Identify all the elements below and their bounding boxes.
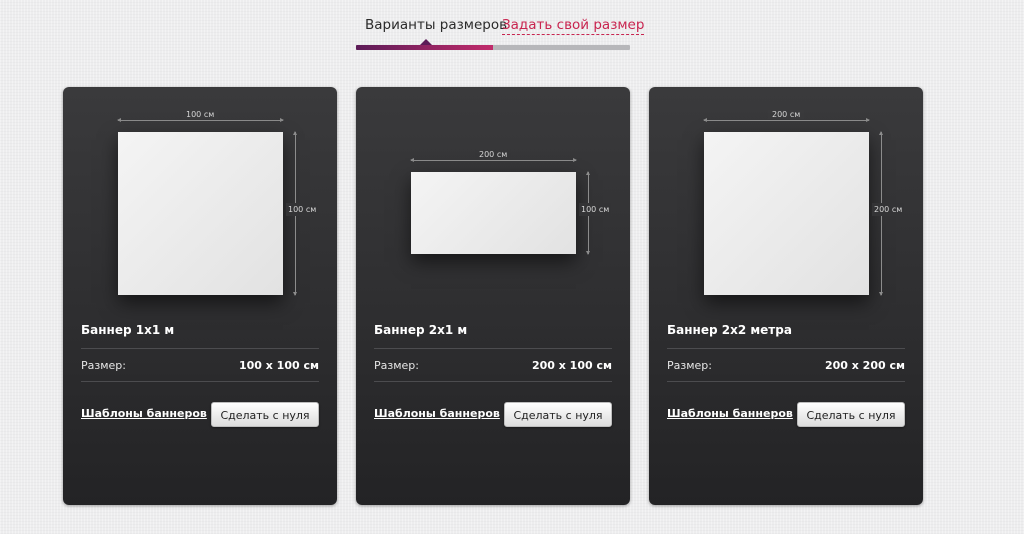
width-label: 200 см bbox=[475, 150, 512, 159]
card-title: Баннер 1х1 м bbox=[81, 323, 175, 337]
arrow-left-icon bbox=[117, 118, 121, 122]
divider bbox=[374, 348, 612, 349]
width-label: 200 см bbox=[768, 110, 805, 119]
tab-active-indicator bbox=[356, 45, 493, 50]
arrow-left-icon bbox=[703, 118, 707, 122]
tab-pointer-icon bbox=[420, 39, 432, 45]
size-label: Размер: bbox=[667, 359, 712, 372]
size-label: Размер: bbox=[374, 359, 419, 372]
width-dimension-line bbox=[118, 120, 283, 121]
banner-preview bbox=[704, 132, 869, 295]
arrow-right-icon bbox=[866, 118, 870, 122]
tab-custom-size[interactable]: Задать свой размер bbox=[502, 17, 645, 35]
arrow-down-icon bbox=[879, 292, 883, 296]
size-value: 200 x 200 см bbox=[824, 359, 905, 372]
make-from-scratch-button[interactable]: Сделать с нуля bbox=[797, 402, 905, 427]
divider bbox=[374, 381, 612, 382]
make-from-scratch-button[interactable]: Сделать с нуля bbox=[504, 402, 612, 427]
arrow-up-icon bbox=[586, 171, 590, 175]
arrow-left-icon bbox=[410, 158, 414, 162]
arrow-down-icon bbox=[293, 292, 297, 296]
size-label: Размер: bbox=[81, 359, 126, 372]
width-dimension-line bbox=[704, 120, 869, 121]
height-label: 100 см bbox=[286, 203, 319, 216]
width-label: 100 см bbox=[182, 110, 219, 119]
divider bbox=[81, 381, 319, 382]
divider bbox=[81, 348, 319, 349]
arrow-up-icon bbox=[879, 131, 883, 135]
banner-card-1x1: 100 см 100 см Баннер 1х1 м Размер: 100 x… bbox=[63, 87, 337, 505]
arrow-down-icon bbox=[586, 251, 590, 255]
divider bbox=[667, 348, 905, 349]
width-dimension-line bbox=[411, 160, 576, 161]
banner-card-2x2: 200 см 200 см Баннер 2х2 метра Размер: 2… bbox=[649, 87, 923, 505]
tab-size-variants[interactable]: Варианты размеров bbox=[365, 17, 507, 33]
divider bbox=[667, 381, 905, 382]
banner-preview bbox=[411, 172, 576, 254]
size-value: 200 x 100 см bbox=[531, 359, 612, 372]
make-from-scratch-button[interactable]: Сделать с нуля bbox=[211, 402, 319, 427]
card-title: Баннер 2х1 м bbox=[374, 323, 468, 337]
banner-templates-link[interactable]: Шаблоны баннеров bbox=[374, 407, 500, 420]
arrow-right-icon bbox=[573, 158, 577, 162]
size-tabs: Варианты размеров Задать свой размер bbox=[356, 0, 645, 52]
size-value: 100 x 100 см bbox=[238, 359, 319, 372]
arrow-right-icon bbox=[280, 118, 284, 122]
arrow-up-icon bbox=[293, 131, 297, 135]
banner-preview bbox=[118, 132, 283, 295]
banner-card-2x1: 200 см 100 см Баннер 2х1 м Размер: 200 x… bbox=[356, 87, 630, 505]
banner-templates-link[interactable]: Шаблоны баннеров bbox=[667, 407, 793, 420]
banner-templates-link[interactable]: Шаблоны баннеров bbox=[81, 407, 207, 420]
card-title: Баннер 2х2 метра bbox=[667, 323, 792, 337]
height-label: 100 см bbox=[579, 203, 612, 216]
height-label: 200 см bbox=[872, 203, 905, 216]
